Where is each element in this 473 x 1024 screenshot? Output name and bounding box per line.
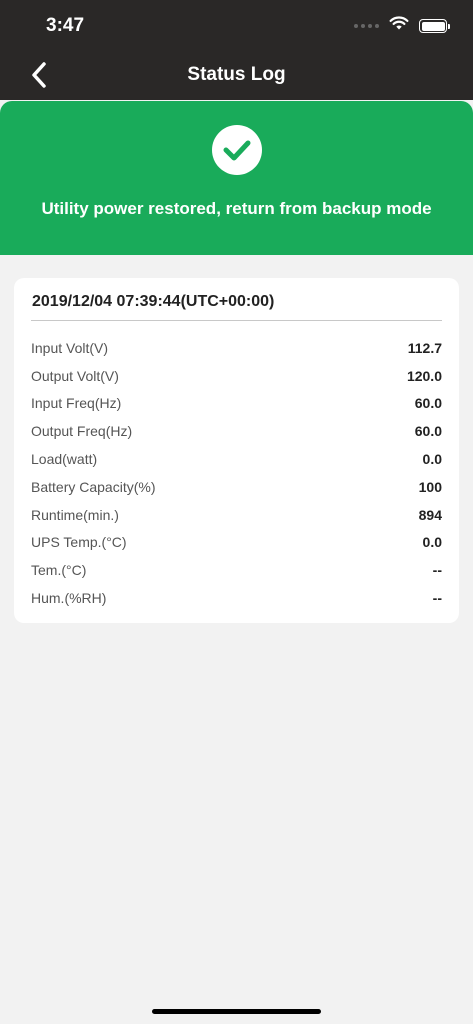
log-row: Hum.(%RH) -- (31, 584, 442, 612)
row-label: Output Volt(V) (31, 367, 119, 384)
row-value: 120.0 (406, 367, 442, 384)
row-label: Hum.(%RH) (31, 590, 107, 607)
log-row: Output Freq(Hz) 60.0 (31, 417, 442, 445)
row-label: Tem.(°C) (31, 562, 87, 579)
log-card: 2019/12/04 07:39:44(UTC+00:00) Input Vol… (14, 278, 459, 623)
row-value: 100 (418, 478, 442, 495)
check-circle-icon (212, 125, 262, 175)
row-value: 0.0 (422, 534, 442, 551)
row-value: 894 (418, 506, 442, 523)
row-value: 112.7 (407, 339, 442, 356)
row-value: -- (432, 590, 442, 607)
log-rows: Input Volt(V) 112.7 Output Volt(V) 120.0… (31, 334, 442, 612)
row-value: 60.0 (414, 395, 442, 412)
signal-icon (354, 24, 379, 28)
page-title: Status Log (187, 64, 286, 85)
status-bar: 3:47 (0, 0, 473, 52)
home-indicator[interactable] (152, 1009, 321, 1014)
log-row: Runtime(min.) 894 (31, 501, 442, 529)
log-row: Tem.(°C) -- (31, 556, 442, 584)
row-label: Load(watt) (31, 451, 98, 468)
banner-message: Utility power restored, return from back… (41, 199, 432, 218)
status-icons (354, 16, 450, 36)
log-row: Battery Capacity(%) 100 (31, 473, 442, 501)
row-label: UPS Temp.(°C) (31, 534, 127, 551)
log-row: Input Volt(V) 112.7 (31, 334, 442, 362)
row-value: 60.0 (414, 423, 442, 440)
status-time: 3:47 (46, 15, 85, 36)
log-row: Load(watt) 0.0 (31, 445, 442, 473)
status-banner: Utility power restored, return from back… (0, 101, 473, 255)
row-label: Runtime(min.) (31, 506, 119, 523)
row-value: 0.0 (422, 451, 442, 468)
row-label: Input Volt(V) (31, 339, 109, 356)
wifi-icon (389, 16, 409, 36)
nav-bar: Status Log (0, 52, 473, 100)
log-row: Input Freq(Hz) 60.0 (31, 390, 442, 418)
log-timestamp: 2019/12/04 07:39:44(UTC+00:00) (32, 293, 275, 310)
battery-icon (419, 19, 450, 33)
log-row: Output Volt(V) 120.0 (31, 362, 442, 390)
row-label: Battery Capacity(%) (31, 478, 156, 495)
log-row: UPS Temp.(°C) 0.0 (31, 529, 442, 557)
row-label: Output Freq(Hz) (31, 423, 133, 440)
row-value: -- (432, 562, 442, 579)
divider (31, 320, 442, 321)
row-label: Input Freq(Hz) (31, 395, 122, 412)
